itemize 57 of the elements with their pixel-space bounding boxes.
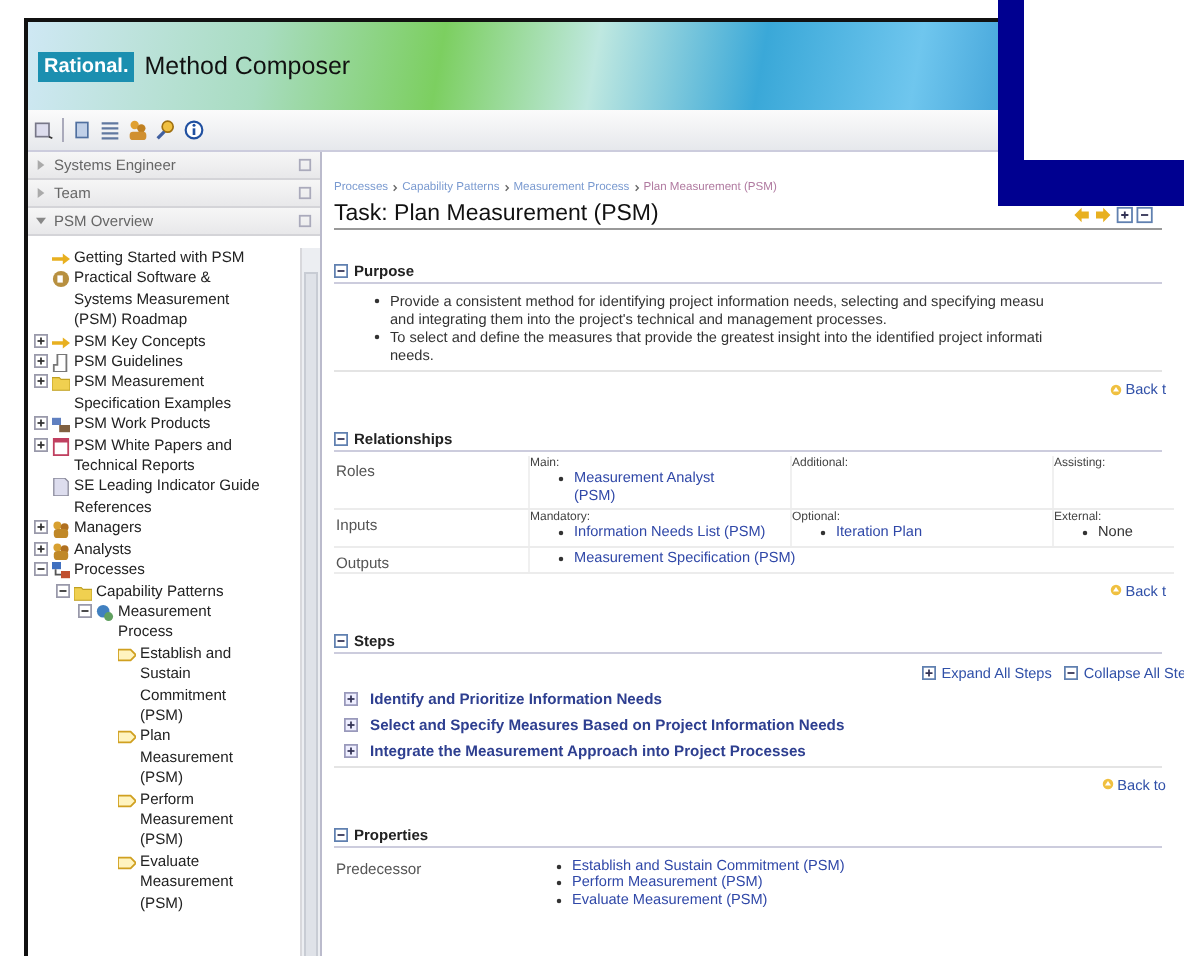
expanded-triangle-icon[interactable] — [36, 216, 46, 226]
bullet-icon — [558, 476, 564, 482]
chevron-icon — [633, 184, 640, 192]
expand-toggle[interactable] — [34, 416, 50, 433]
bullet-icon — [558, 555, 564, 562]
book-icon[interactable] — [72, 120, 92, 140]
arrow-icon — [52, 333, 70, 352]
up-arrow-icon — [1109, 383, 1122, 395]
collapse-toggle[interactable] — [78, 603, 94, 620]
collapse-icon[interactable] — [334, 432, 348, 446]
collapse-icon[interactable] — [334, 264, 348, 278]
collapse-toggle[interactable] — [34, 562, 50, 579]
tag-icon — [118, 728, 136, 747]
bullet-icon — [556, 863, 562, 870]
bullet-icon — [558, 530, 564, 537]
chevron-icon — [503, 184, 510, 192]
people-icon — [52, 520, 70, 539]
view-icon[interactable] — [34, 120, 54, 140]
folder-icon — [52, 374, 70, 393]
scrollbar[interactable] — [300, 248, 320, 956]
search-icon[interactable] — [156, 120, 176, 140]
expand-icon[interactable] — [344, 717, 358, 732]
bullet-icon — [820, 530, 826, 537]
list-icon[interactable] — [100, 120, 120, 140]
expand-toggle[interactable] — [34, 354, 50, 371]
collapse-icon[interactable] — [1063, 665, 1078, 680]
chevron-icon — [392, 184, 399, 192]
tag-icon — [118, 853, 136, 872]
bullet-icon — [556, 897, 562, 904]
arrow-icon — [52, 250, 70, 268]
tag-icon — [118, 645, 136, 664]
bullet-icon — [556, 880, 562, 887]
expand-toggle[interactable] — [34, 374, 50, 391]
expand-icon[interactable] — [921, 665, 936, 680]
tag-icon — [118, 791, 136, 810]
bullet-icon — [374, 334, 380, 340]
collapse-icon[interactable] — [334, 633, 348, 648]
expand-toggle[interactable] — [34, 437, 50, 454]
expand-icon[interactable] — [344, 691, 358, 706]
navigation-icons[interactable] — [1074, 205, 1154, 223]
up-arrow-icon — [1109, 584, 1122, 597]
bullet-icon — [1082, 530, 1088, 537]
expand-icon[interactable] — [344, 743, 358, 758]
product-title: Method Composer — [144, 52, 351, 80]
people-icon — [52, 541, 70, 560]
brand-logo: Rational. — [38, 51, 135, 81]
bullet-icon — [374, 298, 380, 304]
people-icon[interactable] — [128, 120, 148, 140]
folder-icon — [74, 583, 92, 601]
expand-toggle[interactable] — [34, 541, 50, 558]
expand-toggle[interactable] — [34, 520, 50, 537]
collapse-icon[interactable] — [334, 827, 348, 842]
page-title: Task: Plan Measurement (PSM) — [334, 202, 659, 226]
collapse-toggle[interactable] — [56, 583, 72, 599]
expand-toggle[interactable] — [34, 333, 50, 350]
up-arrow-icon — [1101, 778, 1114, 791]
info-icon[interactable] — [184, 120, 204, 140]
